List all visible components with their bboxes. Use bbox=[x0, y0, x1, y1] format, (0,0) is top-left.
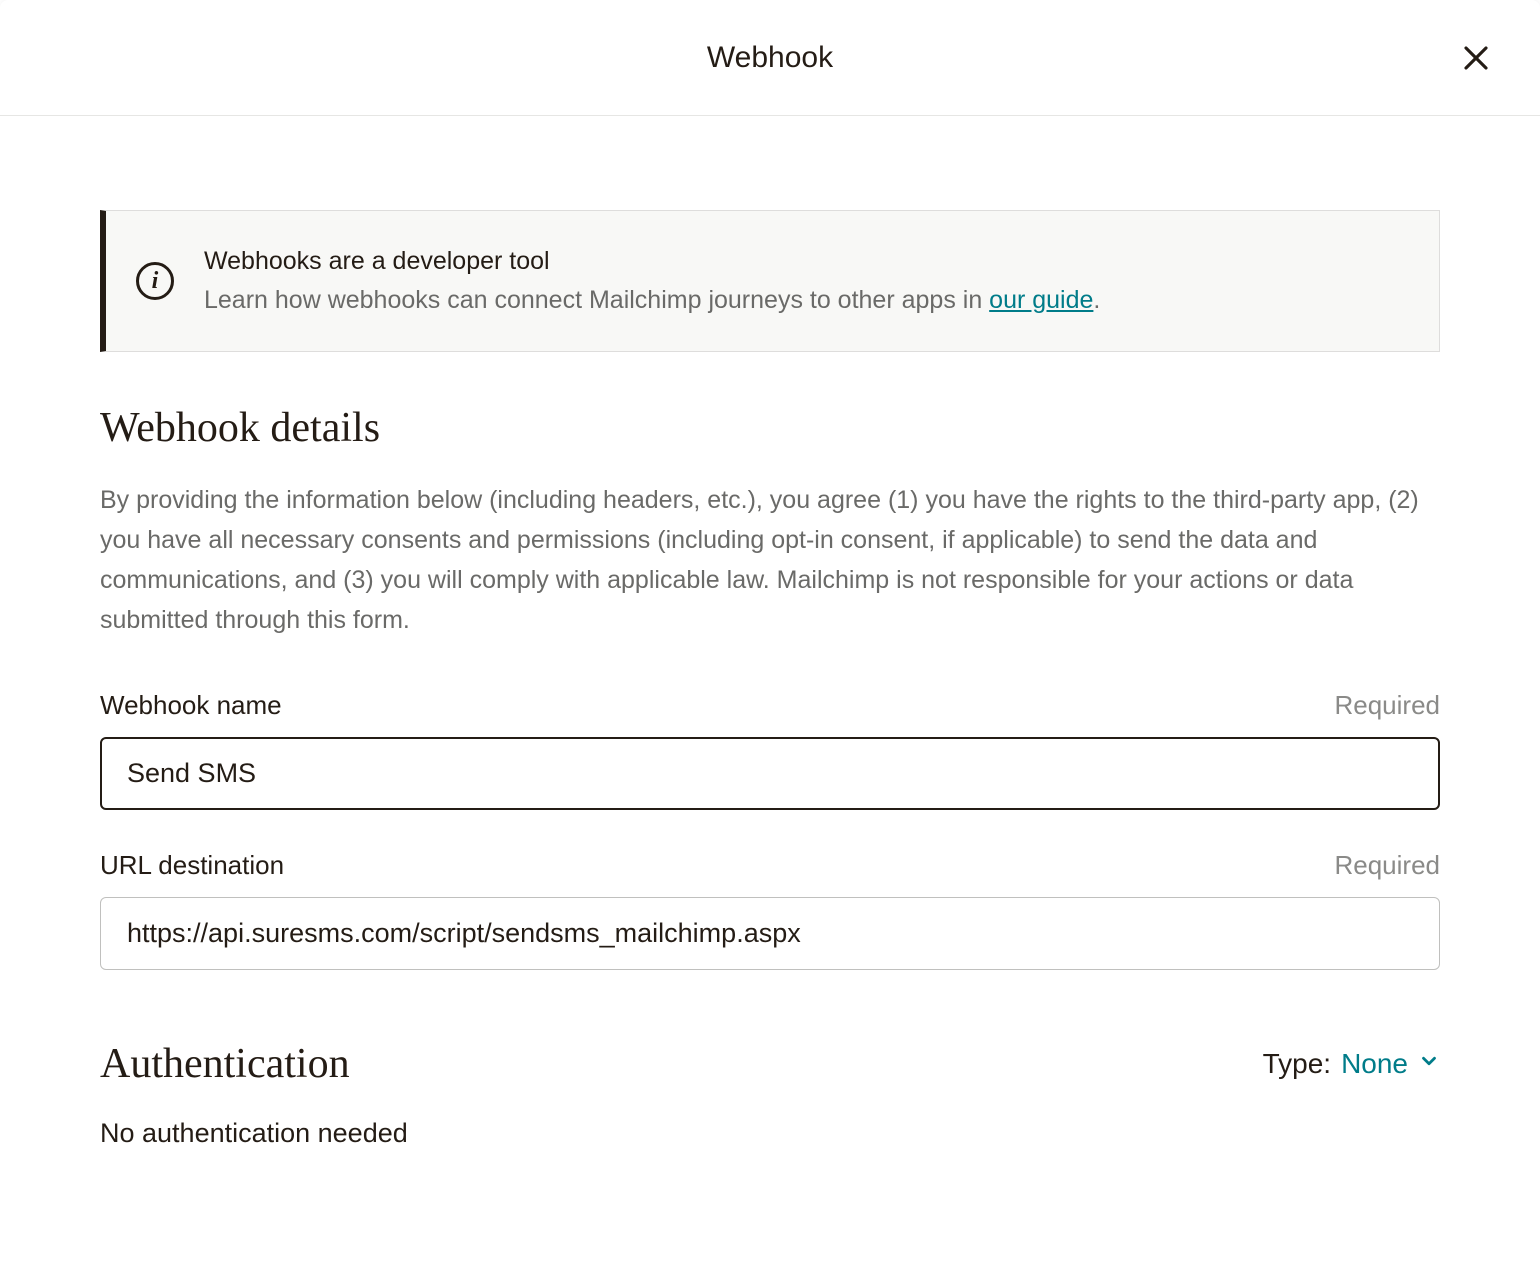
auth-type-value: None bbox=[1341, 1048, 1408, 1080]
webhook-name-label: Webhook name bbox=[100, 690, 282, 721]
scroll-area[interactable]: i Webhooks are a developer tool Learn ho… bbox=[0, 116, 1540, 1278]
webhook-modal: Webhook i Webhooks are a developer tool … bbox=[0, 0, 1540, 1278]
info-icon: i bbox=[136, 262, 174, 300]
chevron-down-icon bbox=[1418, 1050, 1440, 1078]
banner-desc-prefix: Learn how webhooks can connect Mailchimp… bbox=[204, 286, 989, 314]
modal-title: Webhook bbox=[707, 41, 833, 75]
webhook-details-heading: Webhook details bbox=[100, 404, 1440, 452]
authentication-heading: Authentication bbox=[100, 1040, 350, 1088]
guide-link[interactable]: our guide bbox=[989, 286, 1093, 314]
field-label-row: Webhook name Required bbox=[100, 690, 1440, 721]
banner-body: Webhooks are a developer tool Learn how … bbox=[204, 247, 1100, 315]
webhook-name-input[interactable] bbox=[100, 737, 1440, 810]
url-destination-required: Required bbox=[1334, 850, 1440, 881]
close-button[interactable] bbox=[1452, 34, 1500, 82]
close-icon bbox=[1461, 43, 1491, 73]
banner-title: Webhooks are a developer tool bbox=[204, 247, 1100, 276]
banner-description: Learn how webhooks can connect Mailchimp… bbox=[204, 286, 1100, 315]
auth-type-dropdown[interactable]: Type: None bbox=[1263, 1048, 1440, 1080]
field-label-row: URL destination Required bbox=[100, 850, 1440, 881]
webhook-name-field: Webhook name Required bbox=[100, 690, 1440, 810]
authentication-description: No authentication needed bbox=[100, 1118, 1440, 1149]
content: i Webhooks are a developer tool Learn ho… bbox=[100, 116, 1440, 1278]
url-destination-label: URL destination bbox=[100, 850, 284, 881]
url-destination-field: URL destination Required bbox=[100, 850, 1440, 970]
info-banner: i Webhooks are a developer tool Learn ho… bbox=[100, 210, 1440, 352]
modal-header: Webhook bbox=[0, 0, 1540, 116]
banner-desc-suffix: . bbox=[1093, 286, 1100, 314]
url-destination-input[interactable] bbox=[100, 897, 1440, 970]
authentication-row: Authentication Type: None bbox=[100, 1040, 1440, 1088]
webhook-details-description: By providing the information below (incl… bbox=[100, 480, 1440, 640]
auth-type-label: Type: bbox=[1263, 1048, 1331, 1080]
webhook-name-required: Required bbox=[1334, 690, 1440, 721]
